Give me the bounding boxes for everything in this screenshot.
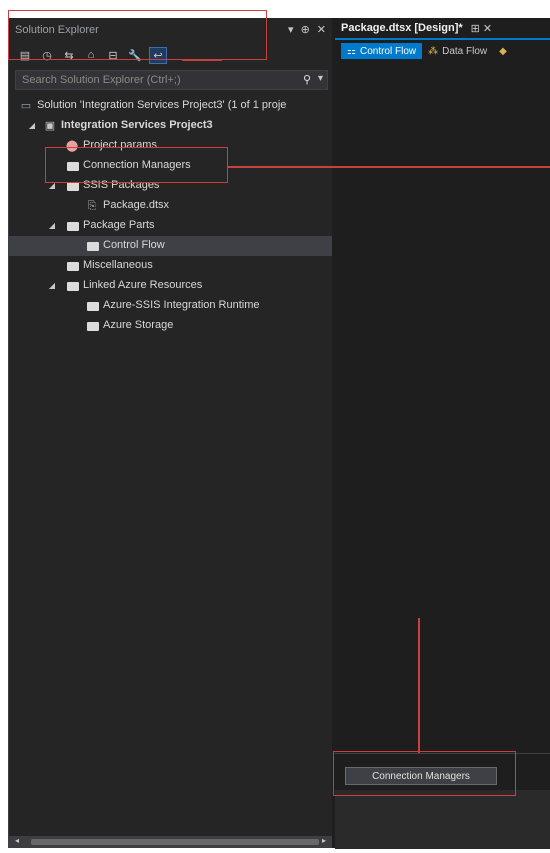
scrollbar-thumb[interactable] bbox=[31, 839, 319, 845]
package-icon: ⎘ bbox=[87, 200, 97, 212]
scroll-left-icon[interactable]: ◂ bbox=[15, 836, 19, 845]
tree-item-package-dtsx[interactable]: ⎘ Package.dtsx bbox=[9, 196, 332, 216]
document-tab-title: Package.dtsx [Design]* bbox=[341, 22, 463, 34]
designer-tab-strip: ⚏ Control Flow ⁂ Data Flow ◆ bbox=[335, 42, 550, 60]
tree-item-azure-ssis-ir[interactable]: Azure-SSIS Integration Runtime bbox=[9, 296, 332, 316]
active-tab-underline bbox=[335, 38, 550, 40]
tree-item-label: Package.dtsx bbox=[103, 199, 170, 211]
annotation-box-title bbox=[8, 10, 267, 60]
folder-icon bbox=[87, 242, 99, 251]
solution-explorer-panel: Solution Explorer ▾ ⊕ ✕ ▤ ◷ ⇆ ⌂ ⊟ 🔧 ↩ Se… bbox=[9, 18, 332, 848]
horizontal-scrollbar[interactable]: ◂ ▸ bbox=[9, 836, 332, 848]
connection-managers-tray[interactable] bbox=[335, 790, 550, 849]
tab-label: Data Flow bbox=[442, 45, 488, 57]
search-options-icon[interactable]: ▾ bbox=[318, 73, 323, 84]
tree-item-label: Control Flow bbox=[103, 239, 165, 251]
folder-icon bbox=[87, 322, 99, 331]
dropdown-icon[interactable]: ▾ bbox=[288, 23, 294, 36]
expand-arrow-icon[interactable]: ◢ bbox=[27, 121, 37, 130]
expand-arrow-icon[interactable]: ◢ bbox=[47, 221, 57, 230]
tree-item-miscellaneous[interactable]: Miscellaneous bbox=[9, 256, 332, 276]
ide-window: Solution Explorer ▾ ⊕ ✕ ▤ ◷ ⇆ ⌂ ⊟ 🔧 ↩ Se… bbox=[8, 18, 550, 849]
annotation-line bbox=[418, 618, 420, 753]
control-flow-icon: ⚏ bbox=[347, 45, 356, 57]
project-icon: ▣ bbox=[44, 120, 56, 132]
document-tab[interactable]: Package.dtsx [Design]* ⊞ ✕ bbox=[335, 18, 515, 38]
panel-controls: ▾ ⊕ ✕ bbox=[288, 23, 326, 36]
pin-icon[interactable]: ⊕ bbox=[301, 23, 310, 36]
tab-control-flow[interactable]: ⚏ Control Flow bbox=[341, 43, 423, 59]
folder-icon bbox=[67, 222, 79, 231]
expand-arrow-icon[interactable]: ◢ bbox=[47, 281, 57, 290]
tree-item-label: Package Parts bbox=[83, 219, 155, 231]
tree-item-control-flow[interactable]: Control Flow bbox=[9, 236, 332, 256]
tree-item-label: Linked Azure Resources bbox=[83, 279, 203, 291]
search-icon[interactable]: ⚲ bbox=[303, 73, 311, 86]
tab-data-flow[interactable]: ⁂ Data Flow bbox=[422, 43, 493, 59]
scroll-right-icon[interactable]: ▸ bbox=[322, 836, 326, 845]
annotation-line bbox=[182, 59, 222, 61]
folder-icon bbox=[67, 282, 79, 291]
tree-item-label: Miscellaneous bbox=[83, 259, 153, 271]
tree-item-package-parts[interactable]: ◢ Package Parts bbox=[9, 216, 332, 236]
tree-item-label: Integration Services Project3 bbox=[61, 119, 213, 131]
folder-icon bbox=[67, 182, 79, 191]
parameters-icon: ◆ bbox=[499, 45, 507, 57]
tree-item-label: Azure-SSIS Integration Runtime bbox=[103, 299, 260, 311]
package-designer: Package.dtsx [Design]* ⊞ ✕ ⚏ Control Flo… bbox=[335, 18, 550, 849]
tree-item-label: Solution 'Integration Services Project3'… bbox=[37, 99, 287, 111]
tree-item-project[interactable]: ◢ ▣ Integration Services Project3 bbox=[9, 116, 332, 136]
annotation-box-connection-managers bbox=[45, 147, 228, 183]
tree-item-label: Azure Storage bbox=[103, 319, 174, 331]
annotation-line bbox=[228, 166, 550, 168]
tree-item-solution[interactable]: ▭ Solution 'Integration Services Project… bbox=[9, 96, 332, 116]
tab-close-icon[interactable]: ⊞ ✕ bbox=[471, 22, 493, 35]
tab-label: Control Flow bbox=[359, 45, 417, 57]
tab-parameters[interactable]: ◆ bbox=[493, 43, 513, 59]
tree-item-linked-azure-resources[interactable]: ◢ Linked Azure Resources bbox=[9, 276, 332, 296]
close-icon[interactable]: ✕ bbox=[317, 23, 326, 36]
search-placeholder: Search Solution Explorer (Ctrl+;) bbox=[22, 74, 181, 86]
folder-icon bbox=[87, 302, 99, 311]
solution-icon: ▭ bbox=[20, 100, 32, 112]
data-flow-icon: ⁂ bbox=[428, 45, 439, 57]
tree-item-azure-storage[interactable]: Azure Storage bbox=[9, 316, 332, 336]
folder-icon bbox=[67, 262, 79, 271]
search-solution-explorer-input[interactable]: Search Solution Explorer (Ctrl+;) ⚲ ▾ bbox=[15, 70, 328, 90]
annotation-box-cm-tab bbox=[333, 751, 516, 796]
